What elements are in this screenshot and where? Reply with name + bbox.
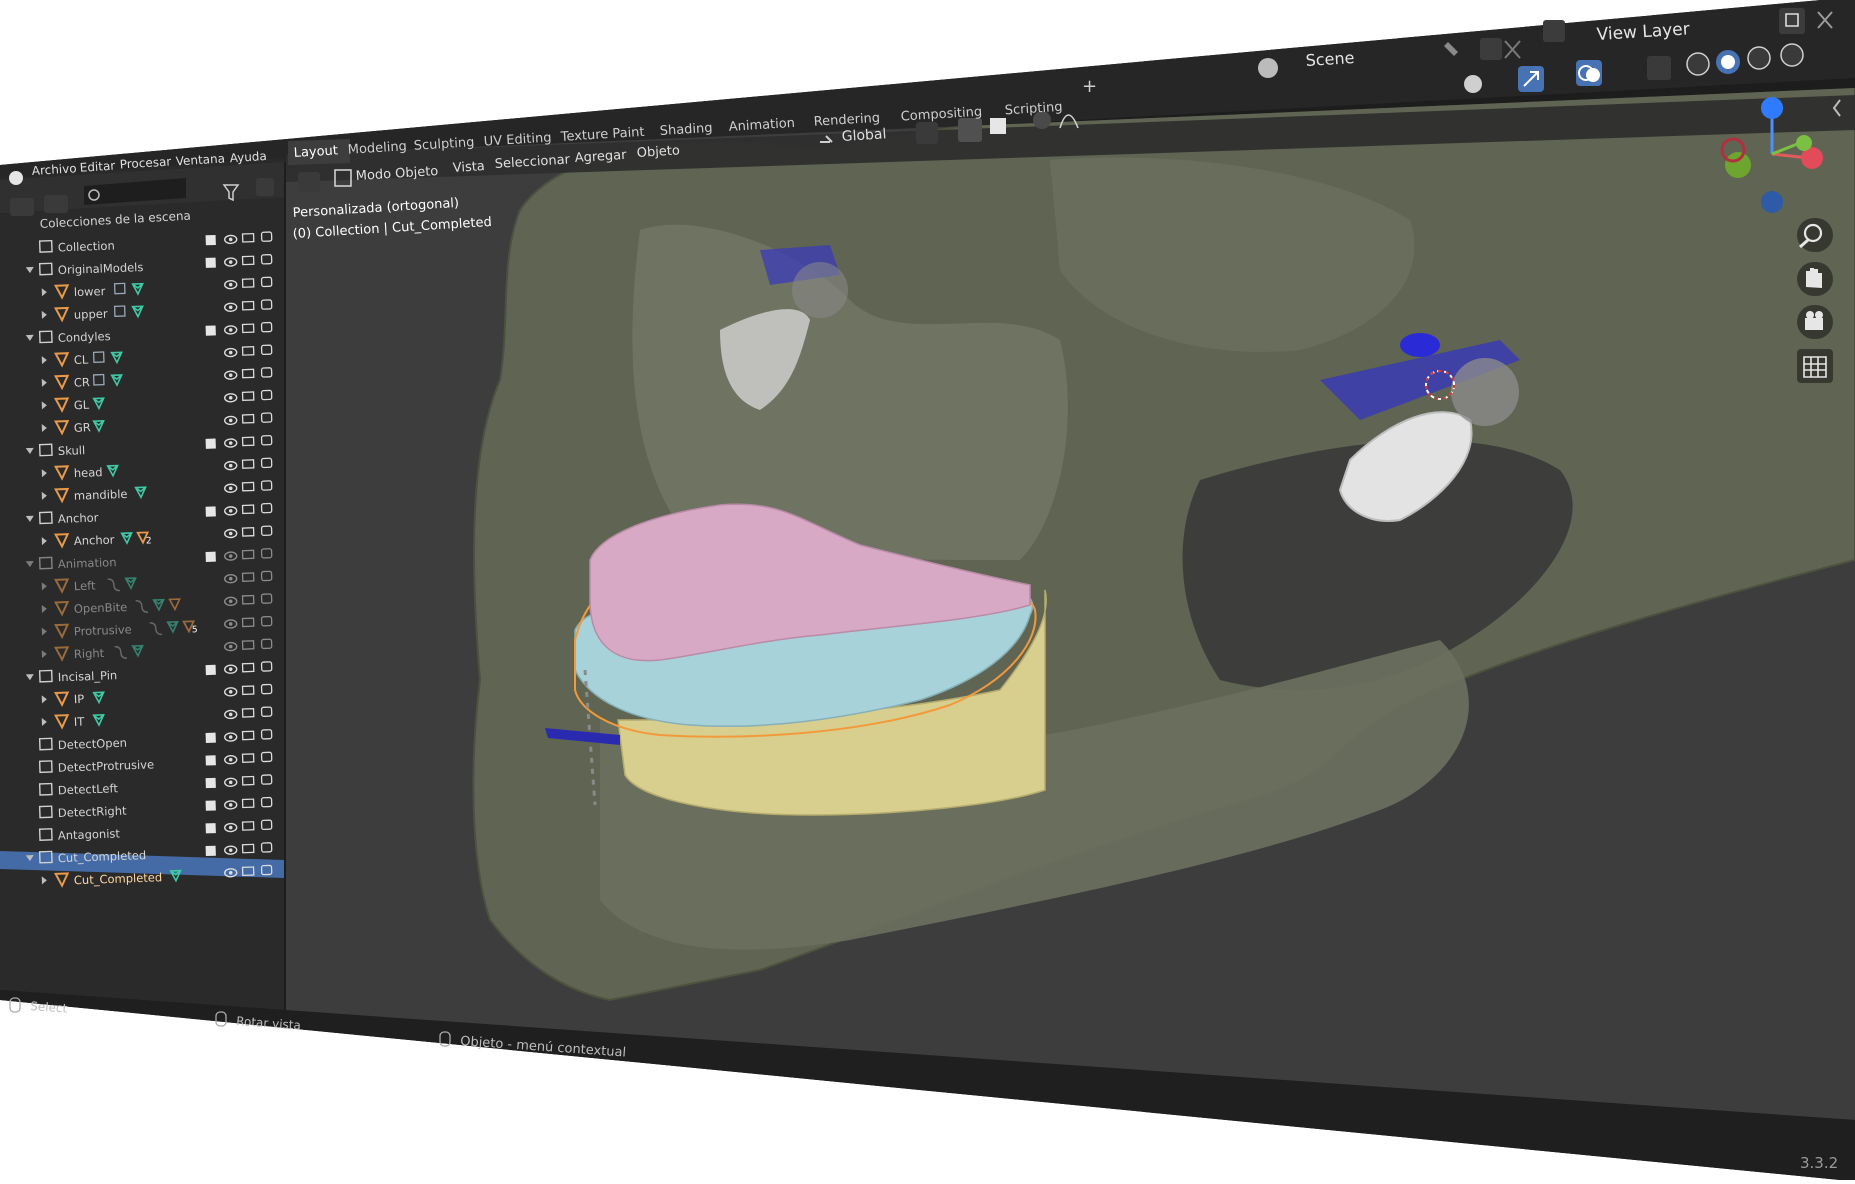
menu-ventana[interactable]: Ventana [175,151,225,168]
viewport-menu-objeto[interactable]: Objeto [636,143,680,161]
rendered-shading-icon[interactable] [1780,43,1804,67]
status-select: Select [30,999,68,1016]
exclude-checkbox[interactable] [205,777,216,789]
gizmo-neg-y[interactable] [1725,152,1751,178]
snap-target-icon[interactable] [990,118,1006,134]
blender-window: Archivo Editar Procesar Ventana Ayuda Layout… [0,0,1855,1180]
blender-ui: Archivo Editar Procesar Ventana Ayuda Layout… [0,0,1855,1180]
blender-version: 3.3.2 [1800,1154,1838,1172]
outliner-row-label: lower [74,284,106,299]
outliner-row-label: Anchor [58,510,99,525]
outliner-row-label: OpenBite [74,600,128,616]
exclude-checkbox[interactable] [205,257,216,268]
workspace-duplicate-button[interactable] [1779,8,1805,34]
blender-logo-icon[interactable] [9,171,23,185]
editor-type-icon[interactable] [298,172,320,192]
gizmo-y-axis[interactable] [1796,135,1812,151]
tab-shading[interactable]: Shading [659,121,713,139]
xray-toggle-icon[interactable] [1647,56,1671,80]
new-collection-icon[interactable] [256,178,274,196]
tab-layout[interactable]: Layout [293,143,338,161]
display-mode-icon[interactable] [10,198,34,216]
grid-view-icon[interactable] [1797,349,1833,383]
view-layer-icon[interactable] [1543,20,1565,42]
exclude-checkbox[interactable] [205,325,216,336]
outliner-row-label: mandible [74,487,128,503]
exclude-checkbox[interactable] [205,438,216,449]
new-scene-icon[interactable] [1480,38,1502,60]
outliner-row-label: DetectRight [58,804,128,820]
exclude-checkbox[interactable] [205,823,216,834]
view-filter-icon[interactable] [44,195,68,213]
viewport-menu-agregar[interactable]: Agregar [574,148,627,166]
exclude-checkbox[interactable] [205,551,216,562]
exclude-checkbox[interactable] [205,234,216,246]
outliner-row-label: Collection [58,238,115,254]
material-shading-icon[interactable] [1747,46,1771,70]
exclude-checkbox[interactable] [205,506,216,517]
pivot-point-icon[interactable] [916,122,938,144]
wireframe-shading-icon[interactable] [1686,52,1710,76]
exclude-checkbox[interactable] [205,845,216,857]
outliner-row-label: Animation [58,555,117,571]
menu-editar[interactable]: Editar [79,159,115,175]
zoom-icon[interactable] [1797,218,1833,252]
outliner-row-label: GR [74,420,91,435]
outliner-row-label: CR [74,375,91,390]
menu-archivo[interactable]: Archivo [31,161,77,178]
outliner-row-label: Incisal_Pin [58,668,118,684]
outliner-row-label: Condyles [58,329,111,345]
outliner-row-label: Left [74,578,97,593]
outliner-row-label: Antagonist [58,826,121,842]
gizmo-neg-z[interactable] [1761,191,1783,213]
outliner-row-label: Right [74,646,105,661]
transform-orientation-dropdown[interactable]: Global [841,126,887,145]
scene-selector-icon[interactable] [1258,58,1278,78]
gizmo-z-axis[interactable] [1761,97,1783,119]
exclude-checkbox[interactable] [205,755,216,766]
outliner-row-label: head [74,465,103,480]
exclude-checkbox[interactable] [205,732,216,743]
add-workspace-icon[interactable]: + [1082,76,1097,97]
outliner-row-label: Anchor [74,533,115,548]
outliner-row-label: OriginalModels [58,260,144,277]
visibility-filter-icon[interactable] [1464,75,1482,93]
outliner-row-label: Skull [58,443,86,458]
outliner-row-label: Protrusive [74,622,132,638]
outliner-row-label: IP [74,692,85,706]
outliner-row-label: DetectOpen [58,736,128,752]
exclude-checkbox[interactable] [205,800,216,811]
outliner-row-label: CL [74,352,90,367]
outliner-row-label: GL [74,398,90,413]
menu-ayuda[interactable]: Ayuda [229,149,267,165]
child-count-badge: 5 [192,625,198,635]
child-count-badge: 2 [146,536,152,546]
scene-name-field[interactable]: Scene [1305,48,1355,70]
outliner-row-label: upper [74,307,108,322]
viewport-menu-vista[interactable]: Vista [452,159,485,176]
snap-icon[interactable] [958,118,982,142]
outliner-row-label: IT [74,715,86,729]
outliner-row-label: DetectLeft [58,781,119,797]
exclude-checkbox[interactable] [205,664,216,676]
